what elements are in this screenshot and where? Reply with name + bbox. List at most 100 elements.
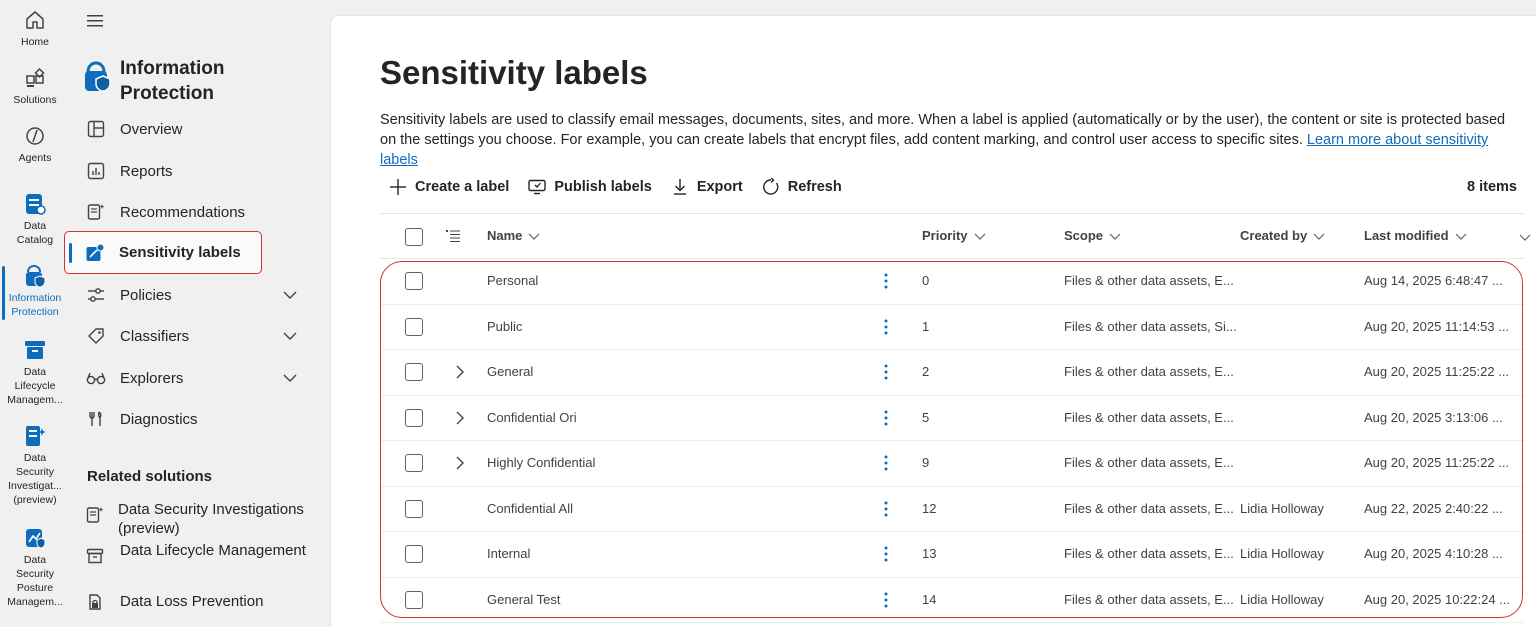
rail-item-home[interactable]: Home <box>0 8 70 49</box>
chevron-right-icon[interactable] <box>454 410 466 426</box>
nav-item-explorers[interactable]: Explorers <box>70 360 310 396</box>
export-text: Export <box>696 179 743 195</box>
column-header-name[interactable]: Name <box>487 228 540 243</box>
table-row[interactable]: Highly Confidential 9 Files & other data a… <box>380 441 1525 487</box>
nav-item-classifiers[interactable]: Classifiers <box>70 318 310 354</box>
rail-label: Home <box>20 36 49 48</box>
table-row[interactable]: Confidential Ori 5 Files & other data asse… <box>380 396 1525 441</box>
chevron-right-icon[interactable] <box>454 364 466 380</box>
select-all-checkbox[interactable] <box>405 228 423 246</box>
more-options-icon[interactable] <box>883 271 889 291</box>
label-name[interactable]: Public <box>487 319 522 334</box>
related-item-label: Data Security Investigations (preview) <box>118 501 304 537</box>
rail-label: Data Catalog <box>16 220 54 246</box>
nav-header: Information Protection <box>82 56 260 106</box>
overview-icon <box>86 119 106 139</box>
more-options-icon[interactable] <box>883 362 889 382</box>
label-name[interactable]: Personal <box>487 273 538 288</box>
rail-item-data-catalog[interactable]: Data Catalog <box>0 192 70 247</box>
rail-item-solutions[interactable]: Solutions <box>0 66 70 107</box>
related-item-data-lifecycle[interactable]: Data Lifecycle Management <box>86 541 306 567</box>
row-checkbox[interactable] <box>405 272 423 290</box>
column-header-scope[interactable]: Scope <box>1064 228 1121 243</box>
row-checkbox[interactable] <box>405 408 423 427</box>
label-name[interactable]: Highly Confidential <box>487 455 595 470</box>
column-header-created-by[interactable]: Created by <box>1240 228 1325 243</box>
table-row[interactable]: Personal 0 Files & other data assets, E...… <box>380 259 1525 305</box>
label-name[interactable]: Confidential All <box>487 501 573 516</box>
more-options-icon[interactable] <box>883 590 889 610</box>
label-scope: Files & other data assets, E... <box>1064 409 1234 425</box>
reorder-icon[interactable] <box>446 229 460 248</box>
export-button[interactable]: Export <box>670 177 743 197</box>
row-checkbox[interactable] <box>405 363 423 381</box>
data-lifecycle-icon <box>86 547 106 567</box>
label-created-by: Lidia Holloway <box>1240 500 1324 516</box>
home-icon <box>23 8 47 32</box>
rail-label: Data Lifecycle Managem... <box>7 366 63 406</box>
data-catalog-icon <box>23 192 47 216</box>
add-icon <box>388 177 408 197</box>
more-options-icon[interactable] <box>883 317 889 337</box>
rail-item-agents[interactable]: Agents <box>0 124 70 165</box>
policies-icon <box>86 285 106 305</box>
command-bar: Create a label Publish labels Export Ref… <box>388 174 860 200</box>
nav-item-policies[interactable]: Policies <box>70 277 310 313</box>
label-scope: Files & other data assets, E... <box>1064 546 1234 561</box>
related-item-data-security-investigations[interactable]: Data Security Investigations (preview) <box>86 500 306 538</box>
table-row[interactable]: General 2 Files & other data assets, E... A… <box>380 350 1525 396</box>
nav-item-sensitivity-labels[interactable]: Sensitivity labels <box>64 231 262 274</box>
rail-item-data-security-posture[interactable]: Data Security Posture Managem... <box>0 526 70 609</box>
hamburger-menu-icon[interactable] <box>86 12 106 30</box>
label-name[interactable]: General Test <box>487 592 560 607</box>
more-options-icon[interactable] <box>883 408 889 428</box>
label-priority: 0 <box>922 273 930 288</box>
selected-indicator <box>69 243 72 263</box>
nav-item-overview[interactable]: Overview <box>70 111 310 147</box>
table-row[interactable]: Public 1 Files & other data assets, Si... A… <box>380 305 1525 350</box>
label-name[interactable]: Confidential Ori <box>487 410 577 425</box>
label-name[interactable]: General <box>487 364 533 379</box>
solutions-icon <box>23 66 47 90</box>
main-content: Sensitivity labels Sensitivity labels ar… <box>331 16 1536 627</box>
table-row[interactable]: Internal 13 Files & other data assets, E..… <box>380 532 1525 578</box>
nav-item-recommendations[interactable]: Recommendations <box>70 194 310 230</box>
chevron-down-icon[interactable] <box>282 370 298 386</box>
nav-item-reports[interactable]: Reports <box>70 153 310 189</box>
chevron-right-icon[interactable] <box>454 455 466 471</box>
rail-item-information-protection[interactable]: Information Protection <box>0 264 70 319</box>
chevron-down-icon[interactable] <box>282 287 298 303</box>
label-priority: 12 <box>922 500 937 516</box>
classifiers-icon <box>86 326 106 346</box>
rail-item-data-lifecycle[interactable]: Data Lifecycle Managem... <box>0 338 70 407</box>
rail-label: Information Protection <box>8 292 62 318</box>
row-checkbox[interactable] <box>405 499 423 518</box>
more-options-icon[interactable] <box>883 544 889 564</box>
row-checkbox[interactable] <box>405 590 423 609</box>
row-checkbox[interactable] <box>405 545 423 563</box>
nav-item-label: Reports <box>120 162 173 180</box>
label-last-modified: Aug 20, 2025 3:13:06 ... <box>1364 409 1503 425</box>
row-checkbox[interactable] <box>405 317 423 336</box>
related-item-data-loss-prevention[interactable]: Data Loss Prevention <box>86 592 306 613</box>
nav-item-diagnostics[interactable]: Diagnostics <box>70 401 310 437</box>
refresh-button[interactable]: Refresh <box>761 177 842 197</box>
publish-labels-button[interactable]: Publish labels <box>527 177 652 197</box>
table-row[interactable]: Confidential All 12 Files & other data ass… <box>380 487 1525 532</box>
rail-label: Data Security Investigat... (preview) <box>8 452 62 506</box>
row-checkbox[interactable] <box>405 454 423 472</box>
table-row[interactable]: General Test 14 Files & other data assets,… <box>380 578 1525 623</box>
create-label-button[interactable]: Create a label <box>388 177 509 197</box>
table-body: Personal 0 Files & other data assets, E...… <box>380 259 1525 623</box>
more-options-icon[interactable] <box>883 453 889 473</box>
label-scope: Files & other data assets, E... <box>1064 591 1234 607</box>
column-header-last-modified[interactable]: Last modified <box>1364 228 1467 243</box>
rail-item-data-security-investigations[interactable]: Data Security Investigat... (preview) <box>0 424 70 507</box>
download-icon <box>670 177 690 197</box>
sensitivity-labels-icon <box>85 243 105 263</box>
chevron-down-icon[interactable] <box>282 328 298 344</box>
label-name[interactable]: Internal <box>487 546 530 561</box>
column-options-chevron-icon[interactable] <box>1519 230 1531 248</box>
more-options-icon[interactable] <box>883 499 889 519</box>
column-header-priority[interactable]: Priority <box>922 228 986 243</box>
